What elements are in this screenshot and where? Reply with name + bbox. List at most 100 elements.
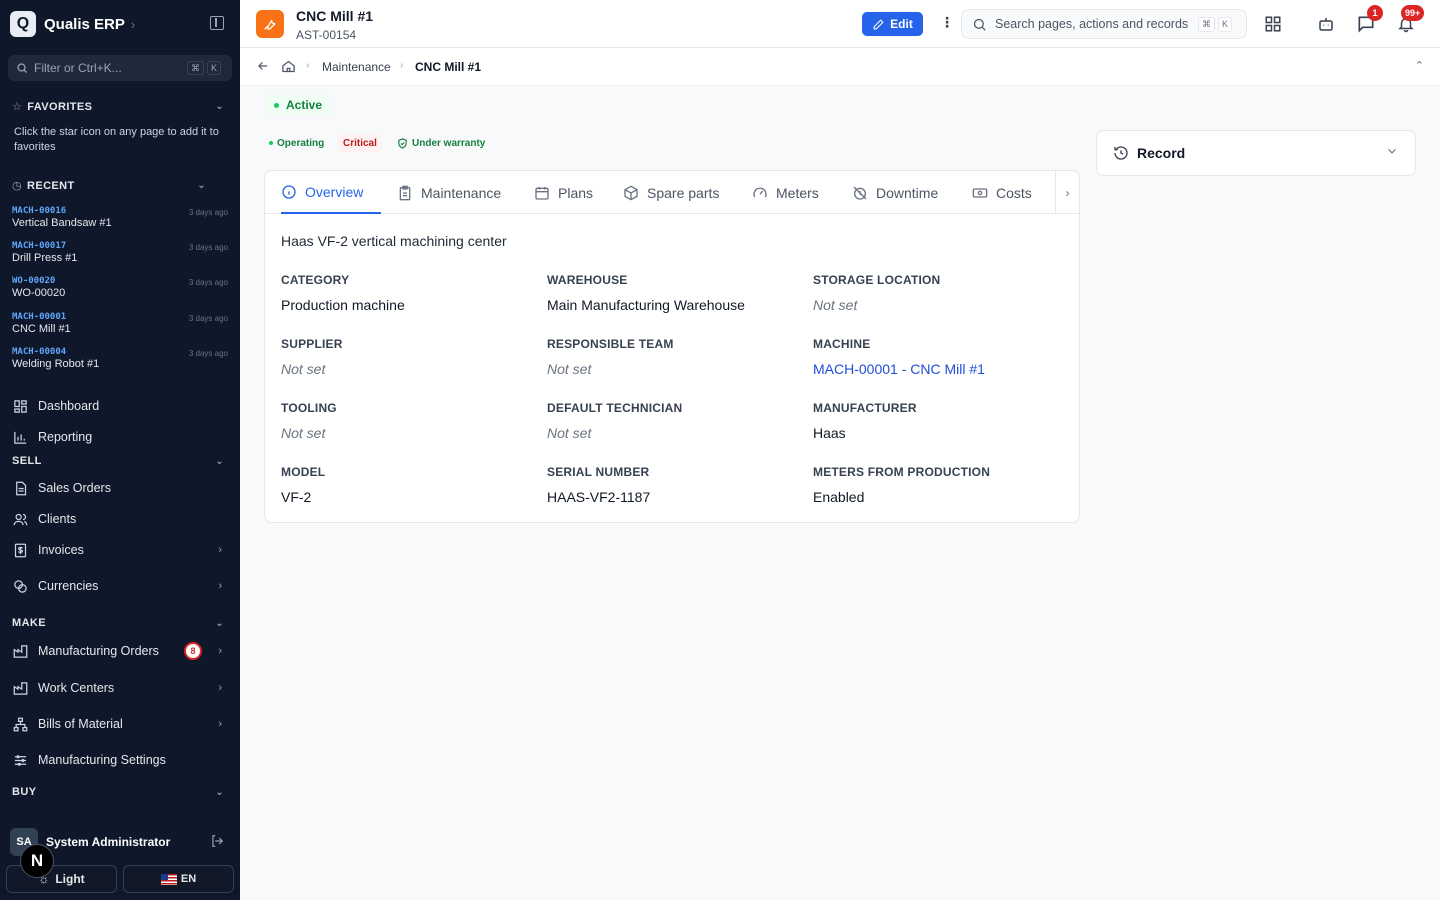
tab-maintenance[interactable]: Maintenance [397, 171, 501, 214]
nav-manufacturing-orders[interactable]: Manufacturing Orders 8 › [12, 640, 228, 662]
recent-item[interactable]: MACH-00017 Drill Press #1 3 days ago [12, 241, 228, 271]
tab-label: Downtime [876, 184, 939, 201]
back-arrow-icon[interactable] [256, 59, 270, 76]
field-value: Not set [813, 297, 858, 313]
nav-reporting[interactable]: Reporting [12, 426, 228, 448]
asset-description: Haas VF-2 vertical machining center [281, 233, 507, 249]
field-value: Not set [281, 425, 326, 441]
nav-bills-of-material[interactable]: Bills of Material › [12, 713, 228, 735]
section-sell[interactable]: SELL ⌄ [12, 455, 228, 467]
home-icon[interactable] [281, 59, 296, 79]
tab-overview[interactable]: Overview [281, 171, 381, 214]
chevron-right-icon[interactable]: › [218, 718, 222, 730]
chart-icon [12, 429, 28, 445]
nav-manufacturing-settings[interactable]: Manufacturing Settings [12, 749, 228, 771]
field-label: RESPONSIBLE TEAM [547, 337, 674, 351]
breadcrumb-item[interactable]: Maintenance [322, 60, 391, 74]
recent-item[interactable]: MACH-00004 Welding Robot #1 3 days ago [12, 347, 228, 377]
search-icon [973, 18, 986, 31]
sidebar-collapse-icon[interactable] [210, 16, 224, 30]
tab-downtime[interactable]: Downtime [852, 171, 938, 214]
global-search-input[interactable] [995, 17, 1195, 31]
tab-spare-parts[interactable]: Spare parts [623, 171, 719, 214]
chevron-down-icon[interactable]: ⌄ [215, 618, 224, 629]
recent-item[interactable]: WO-00020 WO-00020 3 days ago [12, 276, 228, 306]
nav-invoices[interactable]: Invoices › [12, 539, 228, 561]
tabs-scroll-right-icon[interactable]: › [1055, 171, 1079, 214]
nav-label: Work Centers [38, 681, 115, 695]
field-label: STORAGE LOCATION [813, 273, 941, 287]
tab-meters[interactable]: Meters [752, 171, 819, 214]
tab-costs[interactable]: Costs [972, 171, 1032, 214]
users-icon [12, 511, 28, 527]
nav-sales-orders[interactable]: Sales Orders [12, 477, 228, 499]
notifications-badge: 99+ [1401, 5, 1425, 21]
nav-dashboard[interactable]: Dashboard [12, 395, 228, 417]
chevron-right-icon[interactable]: › [218, 645, 222, 657]
cash-icon [972, 185, 988, 201]
favorites-header[interactable]: ☆ FAVORITES ⌄ [12, 100, 228, 114]
chevron-right-icon[interactable]: › [218, 682, 222, 694]
history-icon: ◷ [12, 180, 22, 192]
field-value: VF-2 [281, 489, 312, 505]
chevron-right-icon[interactable]: › [218, 580, 222, 592]
field-label: METERS FROM PRODUCTION [813, 465, 991, 479]
tab-label: Meters [776, 184, 819, 201]
section-make[interactable]: MAKE ⌄ [12, 617, 228, 629]
recent-item-time: 3 days ago [188, 208, 228, 217]
recent-item[interactable]: MACH-00016 Vertical Bandsaw #1 3 days ag… [12, 206, 228, 236]
nav-currencies[interactable]: Currencies › [12, 575, 228, 597]
recent-item-name: WO-00020 [12, 287, 66, 299]
chevron-down-icon[interactable]: ⌄ [215, 456, 224, 467]
recent-header[interactable]: ◷ RECENT ⌄ [12, 179, 228, 193]
field-label: WAREHOUSE [547, 273, 628, 287]
recent-item-time: 3 days ago [188, 243, 228, 252]
app-name[interactable]: Qualis ERP [44, 16, 125, 33]
more-options-icon[interactable]: ⋮ [940, 14, 954, 31]
user-name[interactable]: System Administrator [46, 835, 170, 849]
chevron-right-icon[interactable]: › [131, 17, 135, 32]
dashboard-icon [12, 398, 28, 414]
chevron-down-icon[interactable]: ⌄ [215, 101, 224, 112]
section-title: BUY [12, 786, 37, 798]
chevron-right-icon[interactable]: › [218, 544, 222, 556]
language-button[interactable]: EN [123, 865, 234, 893]
section-buy[interactable]: BUY ⌄ [12, 786, 228, 798]
sidebar-filter[interactable]: ⌘ K [8, 55, 232, 81]
top-bar: CNC Mill #1 AST-00154 Edit ⋮ ⌘ K 1 99+ [240, 0, 1440, 48]
chevron-down-icon[interactable] [1385, 144, 1399, 163]
chevron-down-icon[interactable]: ⌄ [215, 787, 224, 798]
asset-code: AST-00154 [296, 28, 357, 42]
edit-button[interactable]: Edit [862, 12, 923, 36]
apps-grid-icon[interactable] [1263, 14, 1283, 34]
status-label: Active [286, 98, 323, 112]
tab-bar: Overview Maintenance Plans Spare parts M… [265, 171, 1079, 214]
edit-label: Edit [890, 17, 913, 31]
tag-critical: Critical [338, 134, 382, 152]
machine-link[interactable]: MACH-00001 - CNC Mill #1 [813, 361, 985, 377]
bot-icon[interactable] [1316, 14, 1336, 34]
tag-label: Critical [343, 137, 377, 149]
nav-clients[interactable]: Clients [12, 508, 228, 530]
sidebar-user-panel: SA System Administrator ☼ Light EN N [0, 825, 240, 900]
global-search[interactable]: ⌘ K [961, 9, 1247, 39]
nav-label: Manufacturing Orders [38, 644, 159, 658]
overlay-badge[interactable]: N [20, 844, 54, 878]
tag-warranty: Under warranty [392, 134, 490, 152]
sidebar-filter-input[interactable] [34, 61, 184, 75]
tab-plans[interactable]: Plans [534, 171, 593, 214]
search-icon [17, 63, 27, 73]
record-panel[interactable]: Record [1096, 130, 1416, 176]
chevron-up-icon[interactable]: ⌃ [1415, 59, 1424, 72]
logout-icon[interactable] [210, 834, 224, 851]
chevron-down-icon[interactable]: ⌄ [197, 180, 206, 191]
status-dot [274, 102, 279, 108]
recent-item[interactable]: MACH-00001 CNC Mill #1 3 days ago [12, 312, 228, 342]
clock-off-icon [852, 185, 868, 201]
box-icon [623, 185, 639, 201]
app-logo[interactable]: Q [10, 11, 36, 37]
nav-work-centers[interactable]: Work Centers › [12, 677, 228, 699]
theme-label: Light [55, 872, 85, 886]
recent-item-name: Drill Press #1 [12, 252, 78, 264]
recent-item-name: Vertical Bandsaw #1 [12, 217, 112, 229]
